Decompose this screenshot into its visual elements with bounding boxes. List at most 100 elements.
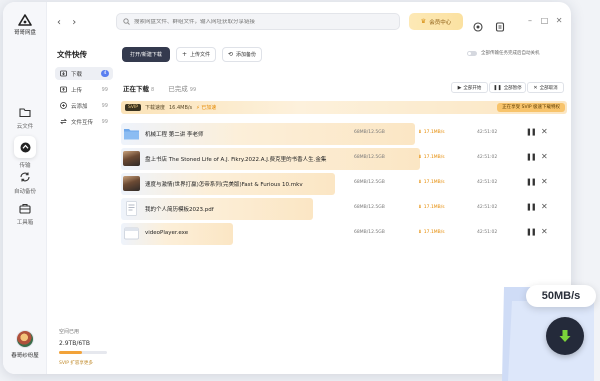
rail-item-auto-backup[interactable]: 自动备份 bbox=[3, 170, 47, 195]
back-arrow-icon[interactable]: ‹ bbox=[57, 17, 69, 28]
close-icon[interactable]: ✕ bbox=[541, 152, 548, 161]
sidebar-item-count: 99 bbox=[101, 86, 108, 93]
pause-icon[interactable]: ❚❚ bbox=[526, 178, 537, 186]
document-thumb-icon bbox=[123, 201, 140, 216]
maximize-icon[interactable]: □ bbox=[539, 16, 551, 25]
speed-status-bar: SVIP 下载速度 16.4MB/s ⚡ 已加速 正在享受 SVIP 极速下载特… bbox=[121, 101, 567, 114]
tab-count: 8 bbox=[151, 87, 155, 93]
sidebar-item-count: 99 bbox=[101, 102, 108, 109]
sidebar-item-file-transfer[interactable]: 文件互传 99 bbox=[55, 115, 113, 128]
backup-small-icon: ⟲ bbox=[227, 51, 233, 58]
download-speed: ⬇ 17.1MB/s bbox=[418, 130, 445, 135]
tab-downloading[interactable]: 正在下载 8 bbox=[123, 83, 154, 93]
speed-value: 17.1MB/s bbox=[423, 205, 445, 210]
sidebar-item-label: 下载 bbox=[71, 71, 83, 78]
download-row[interactable]: 盘上书店 The Stoned Life of A.J. Fikry.2022.… bbox=[121, 148, 567, 170]
transfer-sidebar: 文件快传 下载 4 上传 99 云添加 99 文件互传 99 空间已用 2.9T… bbox=[47, 42, 115, 374]
speed-overlay-graphic: 50MB/s bbox=[466, 265, 600, 381]
close-icon[interactable]: ✕ bbox=[541, 177, 548, 186]
settings-icon[interactable] bbox=[472, 21, 484, 33]
time-remaining: 42:51:02 bbox=[477, 130, 498, 135]
file-size: 68MB/12.5GB bbox=[354, 205, 385, 210]
time-remaining: 42:51:02 bbox=[477, 205, 498, 210]
vip-center-label: 会员中心 bbox=[429, 19, 452, 26]
close-icon[interactable]: ✕ bbox=[541, 202, 548, 211]
pause-icon[interactable]: ❚❚ bbox=[526, 228, 537, 236]
download-row[interactable]: 速度与激情(世界打赢)怎帝系列(完美版)Fast & Furious 10.mk… bbox=[121, 173, 567, 195]
sidebar-item-count: 99 bbox=[101, 118, 108, 125]
play-icon: ▶ bbox=[457, 84, 462, 91]
upload-file-label: 上传文件 bbox=[190, 52, 211, 58]
file-size: 68MB/12.5GB bbox=[354, 180, 385, 185]
pause-icon[interactable]: ❚❚ bbox=[526, 128, 537, 136]
rail-item-label: 传输 bbox=[19, 163, 31, 169]
file-size: 68MB/12.5GB bbox=[354, 230, 385, 235]
rail-item-cloud-files[interactable]: 云文件 bbox=[3, 105, 47, 130]
rail-item-label: 云文件 bbox=[16, 124, 34, 130]
download-row[interactable]: 我的个人简历模板2023.pdf 68MB/12.5GB 42:51:02 ⬇ 17.1… bbox=[121, 198, 567, 220]
close-icon[interactable]: ✕ bbox=[541, 227, 548, 236]
tab-completed[interactable]: 已完成 99 bbox=[168, 83, 196, 93]
crown-icon: ♛ bbox=[420, 18, 427, 25]
pause-all-button[interactable]: ❚❚ 全部暂停 bbox=[489, 82, 526, 93]
sidebar-item-upload[interactable]: 上传 99 bbox=[55, 83, 113, 96]
close-icon: ✕ bbox=[533, 84, 538, 91]
storage-panel: 空间已用 2.9TB/6TB SVIP 扩容享更多 bbox=[59, 328, 111, 366]
sidebar-item-download[interactable]: 下载 4 bbox=[55, 67, 113, 80]
auto-shutdown-toggle[interactable] bbox=[467, 50, 477, 56]
rail-item-transfer[interactable]: 传输 bbox=[3, 136, 47, 169]
message-icon[interactable] bbox=[494, 21, 506, 33]
file-name: 速度与激情(世界打赢)怎帝系列(完美版)Fast & Furious 10.mk… bbox=[145, 182, 303, 188]
close-window-icon[interactable]: ✕ bbox=[553, 16, 565, 25]
storage-label: 空间已用 bbox=[59, 329, 80, 335]
time-remaining: 42:51:02 bbox=[477, 180, 498, 185]
user-profile[interactable]: 春哥纱纷屋 bbox=[3, 330, 47, 359]
search-box[interactable] bbox=[116, 13, 400, 30]
download-speed: ⬇ 17.1MB/s bbox=[418, 155, 445, 160]
download-circle-button[interactable] bbox=[546, 317, 584, 355]
storage-value: 2.9TB/6TB bbox=[59, 340, 90, 347]
svip-privilege-link[interactable]: 正在享受 SVIP 极速下载特权 bbox=[497, 103, 565, 112]
upload-file-button[interactable]: + 上传文件 bbox=[176, 47, 216, 62]
sidebar-item-cloud-add[interactable]: 云添加 99 bbox=[55, 99, 113, 112]
backup-icon bbox=[20, 172, 30, 182]
cloud-logo-icon bbox=[18, 14, 32, 26]
speed-badge: 50MB/s bbox=[526, 285, 596, 307]
download-icon bbox=[60, 70, 67, 77]
boost-label: ⚡ 已加速 bbox=[196, 105, 217, 111]
left-rail: 哥哥网盘 云文件 传输 自动备份 工具箱 春哥纱纷屋 bbox=[3, 2, 47, 374]
storage-promo-link[interactable]: SVIP 扩容享更多 bbox=[59, 360, 111, 366]
svip-tag: SVIP bbox=[125, 104, 141, 111]
upload-icon bbox=[60, 86, 67, 93]
avatar[interactable] bbox=[16, 330, 34, 348]
pause-icon[interactable]: ❚❚ bbox=[526, 153, 537, 161]
pause-icon: ❚❚ bbox=[493, 84, 502, 91]
folder-thumb-icon bbox=[123, 126, 140, 141]
download-count-badge: 4 bbox=[101, 70, 109, 77]
folder-icon bbox=[19, 108, 31, 118]
transfer-icon bbox=[20, 142, 30, 152]
minimize-icon[interactable]: – bbox=[524, 16, 536, 25]
open-new-download-button[interactable]: 打开/新建下载 bbox=[122, 47, 170, 62]
download-row[interactable]: 机械工程 第二讲 李老师 68MB/12.5GB 42:51:02 ⬇ 17.1MB/s… bbox=[121, 123, 567, 145]
add-backup-button[interactable]: ⟲ 添加备份 bbox=[222, 47, 262, 62]
download-row[interactable]: videoPlayer.exe 68MB/12.5GB 42:51:02 ⬇ 17.1M… bbox=[121, 223, 567, 245]
search-icon bbox=[123, 18, 130, 25]
nav-arrows: ‹ › bbox=[57, 17, 84, 28]
file-size: 68MB/12.5GB bbox=[354, 130, 385, 135]
download-speed: ⬇ 17.1MB/s bbox=[418, 205, 445, 210]
start-all-button[interactable]: ▶ 全部开始 bbox=[451, 82, 488, 93]
time-remaining: 42:51:02 bbox=[477, 155, 498, 160]
rail-item-toolbox[interactable]: 工具箱 bbox=[3, 201, 47, 226]
search-input[interactable] bbox=[134, 18, 394, 25]
forward-arrow-icon[interactable]: › bbox=[72, 17, 84, 28]
download-arrow-icon bbox=[559, 330, 571, 342]
close-icon[interactable]: ✕ bbox=[541, 127, 548, 136]
vip-center-button[interactable]: ♛ 会员中心 bbox=[409, 13, 463, 30]
pause-icon[interactable]: ❚❚ bbox=[526, 203, 537, 211]
sidebar-item-label: 云添加 bbox=[71, 103, 88, 110]
cancel-all-label: 全部取消 bbox=[539, 85, 558, 91]
rail-item-label: 自动备份 bbox=[13, 189, 36, 195]
cancel-all-button[interactable]: ✕ 全部取消 bbox=[527, 82, 564, 93]
file-transfer-icon bbox=[60, 118, 67, 125]
